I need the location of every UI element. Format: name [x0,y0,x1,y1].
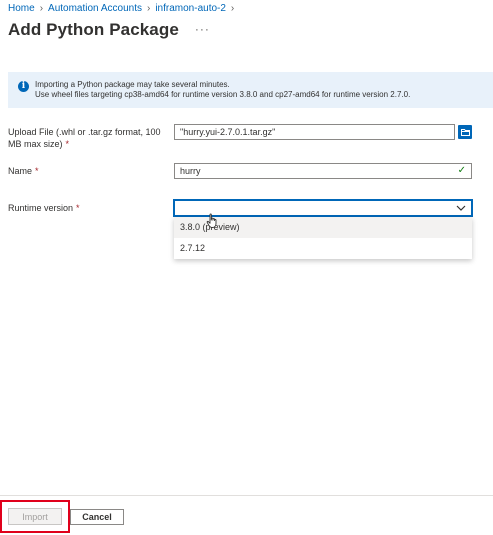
chevron-down-icon [456,205,466,211]
name-label: Name * [8,165,39,177]
info-icon: i [18,81,29,92]
breadcrumb-inframon-auto-2[interactable]: inframon-auto-2 [155,3,226,14]
upload-label-line-2: MB max size) [8,139,63,149]
name-input[interactable]: hurry ✓ [174,163,472,179]
breadcrumb-home[interactable]: Home [8,3,35,14]
upload-file-value: "hurry.yui-2.7.0.1.tar.gz" [180,127,276,137]
required-marker: * [76,203,80,213]
runtime-option-2-7-12[interactable]: 2.7.12 [174,238,472,259]
name-label-text: Name [8,166,33,176]
chevron-right-icon: › [146,3,151,14]
checkmark-icon: ✓ [457,165,466,176]
cancel-button[interactable]: Cancel [70,509,124,525]
runtime-version-dropdown: 3.8.0 (preview) 2.7.12 [174,217,472,259]
import-button[interactable]: Import [0,500,70,533]
more-options-button[interactable]: ··· [195,23,210,35]
runtime-version-label: Runtime version * [8,202,80,214]
hand-pointer-icon [206,213,217,228]
info-line-1: Importing a Python package may take seve… [35,80,230,89]
runtime-label-text: Runtime version [8,203,74,213]
breadcrumb-automation-accounts[interactable]: Automation Accounts [48,3,142,14]
required-marker: * [35,166,39,176]
required-marker: * [65,139,70,149]
footer-divider [0,495,493,496]
runtime-option-3-8-0[interactable]: 3.8.0 (preview) [174,217,472,238]
name-value: hurry [180,166,201,176]
page-title: Add Python Package [8,20,179,39]
breadcrumb: Home › Automation Accounts › inframon-au… [8,3,239,14]
upload-label-line-1: Upload File (.whl or .tar.gz format, 100 [8,127,161,137]
browse-folder-button[interactable] [458,125,472,139]
upload-file-input[interactable]: "hurry.yui-2.7.0.1.tar.gz" [174,124,455,140]
upload-file-label: Upload File (.whl or .tar.gz format, 100… [8,126,161,150]
chevron-right-icon: › [39,3,44,14]
info-line-2: Use wheel files targeting cp38-amd64 for… [35,90,411,99]
info-banner: i Importing a Python package may take se… [8,72,493,108]
folder-icon [460,129,470,136]
info-text: Importing a Python package may take seve… [35,80,410,100]
chevron-right-icon: › [230,3,235,14]
title-row: Add Python Package ··· [8,20,210,40]
runtime-version-select[interactable] [173,199,473,217]
